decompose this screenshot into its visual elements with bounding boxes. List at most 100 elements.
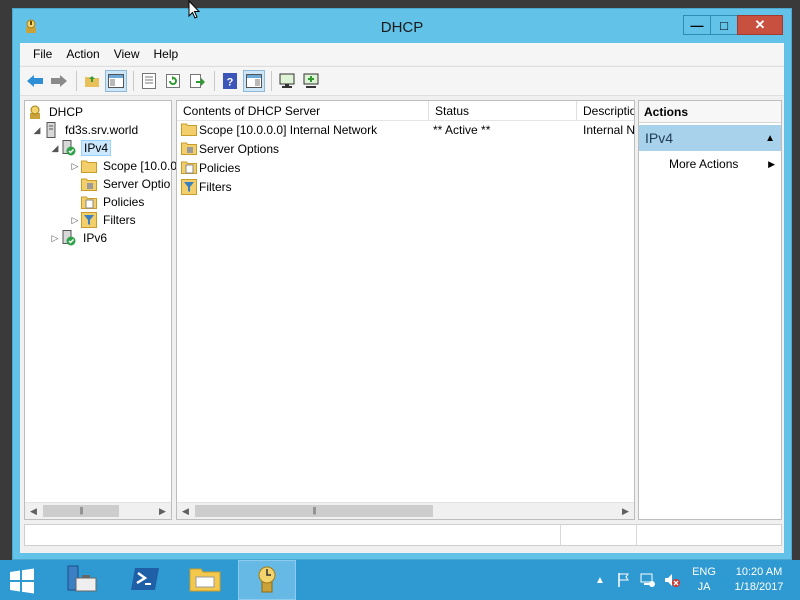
results-pane: Contents of DHCP Server Status Descripti… <box>176 100 635 520</box>
toolbar-separator <box>133 71 134 91</box>
folder-icon <box>181 122 197 138</box>
column-header-contents[interactable]: Contents of DHCP Server <box>177 101 429 121</box>
actions-group-ipv4[interactable]: IPv4 ▲ <box>639 125 781 151</box>
help-icon[interactable]: ? <box>219 70 241 92</box>
clock-time: 10:20 AM <box>735 566 783 578</box>
console-tree: DHCP ◢ fd3s.srv.world ◢ IPv4 ▷ Scope [10… <box>24 100 180 520</box>
list-item-description: Internal N <box>583 123 635 137</box>
tree-label: IPv4 <box>81 140 112 156</box>
tree-item-policies[interactable]: Policies <box>81 193 146 211</box>
maximize-button[interactable]: □ <box>710 15 738 35</box>
menu-view[interactable]: View <box>107 47 147 61</box>
toolbar-separator <box>214 71 215 91</box>
title-bar[interactable]: DHCP — □ ✕ <box>13 9 791 43</box>
minimize-button[interactable]: — <box>683 15 711 35</box>
display-statistics-icon[interactable] <box>276 70 298 92</box>
tree-label: DHCP <box>49 105 84 119</box>
submenu-arrow-icon: ▶ <box>768 158 775 169</box>
column-header-description[interactable]: Descriptio <box>577 101 634 121</box>
collapse-up-icon[interactable]: ▲ <box>765 133 775 144</box>
menu-action[interactable]: Action <box>59 47 106 61</box>
server-manager-icon <box>64 564 98 597</box>
scroll-left-icon[interactable]: ◀ <box>177 503 194 519</box>
folder-icon <box>81 158 97 174</box>
list-item-name: Scope [10.0.0.0] Internal Network <box>199 123 378 137</box>
tree-horizontal-scrollbar[interactable]: ◀ ||| ▶ <box>25 502 171 519</box>
expand-arrow-icon[interactable]: ▷ <box>49 233 61 244</box>
tree-item-filters[interactable]: ▷ Filters <box>69 211 138 229</box>
start-button[interactable] <box>8 568 38 594</box>
file-explorer-button[interactable] <box>176 560 234 600</box>
powershell-icon <box>130 566 160 595</box>
add-server-icon[interactable] <box>300 70 322 92</box>
menu-bar: File Action View Help <box>20 43 784 65</box>
more-actions-item[interactable]: More Actions ▶ <box>639 153 781 175</box>
tree-item-server-options[interactable]: Server Optio <box>81 175 172 193</box>
grip-icon: ||| <box>79 506 83 515</box>
powershell-button[interactable] <box>116 560 174 600</box>
actions-pane: Actions IPv4 ▲ More Actions ▶ <box>638 100 782 520</box>
forward-icon[interactable] <box>48 70 70 92</box>
server-options-icon <box>181 141 197 157</box>
network-icon[interactable] <box>639 572 657 588</box>
properties-icon[interactable] <box>138 70 160 92</box>
list-item-name: Server Options <box>199 142 280 156</box>
tree-label: Policies <box>103 195 145 209</box>
clock[interactable]: 10:20 AM 1/18/2017 <box>728 565 790 595</box>
menu-file[interactable]: File <box>26 47 59 61</box>
expand-arrow-icon[interactable]: ▷ <box>69 215 81 226</box>
mouse-cursor-icon <box>188 0 202 20</box>
scrollbar-thumb[interactable]: ||| <box>195 505 433 517</box>
tree-label: fd3s.srv.world <box>65 123 139 137</box>
up-folder-icon[interactable] <box>81 70 103 92</box>
results-horizontal-scrollbar[interactable]: ◀ ||| ▶ <box>177 502 634 519</box>
dhcp-taskbar-button[interactable] <box>238 560 296 600</box>
tree-label: Scope [10.0.0. <box>103 159 181 173</box>
scroll-right-icon[interactable]: ▶ <box>154 503 171 519</box>
policies-icon <box>181 160 197 176</box>
mmc-client-area: File Action View Help ? DHCP ◢ fd3s.srv.… <box>20 43 784 553</box>
toolbar-separator <box>76 71 77 91</box>
actions-group-label: IPv4 <box>645 130 674 146</box>
refresh-icon[interactable] <box>162 70 184 92</box>
tree-item-scope[interactable]: ▷ Scope [10.0.0. <box>69 157 182 175</box>
scroll-left-icon[interactable]: ◀ <box>25 503 42 519</box>
tree-label: Filters <box>103 213 136 227</box>
status-cell <box>25 525 561 545</box>
tree-item-dhcp[interactable]: DHCP <box>27 103 85 121</box>
expand-arrow-icon[interactable]: ▷ <box>69 161 81 172</box>
collapse-arrow-icon[interactable]: ◢ <box>49 143 61 154</box>
svg-text:?: ? <box>227 77 234 89</box>
filters-icon <box>81 212 97 228</box>
list-item[interactable]: Policies <box>177 159 634 178</box>
list-item-status: ** Active ** <box>433 123 491 137</box>
list-item[interactable]: Scope [10.0.0.0] Internal Network ** Act… <box>177 121 634 140</box>
dhcp-icon <box>252 564 282 597</box>
collapse-arrow-icon[interactable]: ◢ <box>31 125 43 136</box>
close-button[interactable]: ✕ <box>737 15 783 35</box>
menu-help[interactable]: Help <box>147 47 186 61</box>
tree-item-server[interactable]: ◢ fd3s.srv.world <box>31 121 140 139</box>
scrollbar-thumb[interactable]: ||| <box>43 505 119 517</box>
list-item-name: Filters <box>199 180 232 194</box>
server-manager-button[interactable] <box>52 560 110 600</box>
show-hide-console-tree-icon[interactable] <box>105 70 127 92</box>
input-language-indicator[interactable]: ENG JA <box>686 565 722 595</box>
action-center-flag-icon[interactable] <box>615 572 633 588</box>
column-header-status[interactable]: Status <box>429 101 577 121</box>
volume-muted-icon[interactable] <box>663 572 681 588</box>
tree-label: IPv6 <box>83 231 108 245</box>
keyboard-layout: JA <box>697 581 711 593</box>
export-list-icon[interactable] <box>186 70 208 92</box>
tree-item-ipv6[interactable]: ▷ IPv6 <box>49 229 109 247</box>
tree-item-ipv4[interactable]: ◢ IPv4 <box>49 139 112 157</box>
server-options-icon <box>81 176 97 192</box>
file-explorer-icon <box>188 565 222 596</box>
list-item[interactable]: Server Options <box>177 140 634 159</box>
back-icon[interactable] <box>24 70 46 92</box>
list-item[interactable]: Filters <box>177 178 634 197</box>
show-hidden-icons-icon[interactable]: ▲ <box>591 572 609 588</box>
taskbar: ▲ ENG JA 10:20 AM 1/18/2017 <box>0 560 800 600</box>
show-hide-action-pane-icon[interactable] <box>243 70 265 92</box>
scroll-right-icon[interactable]: ▶ <box>617 503 634 519</box>
